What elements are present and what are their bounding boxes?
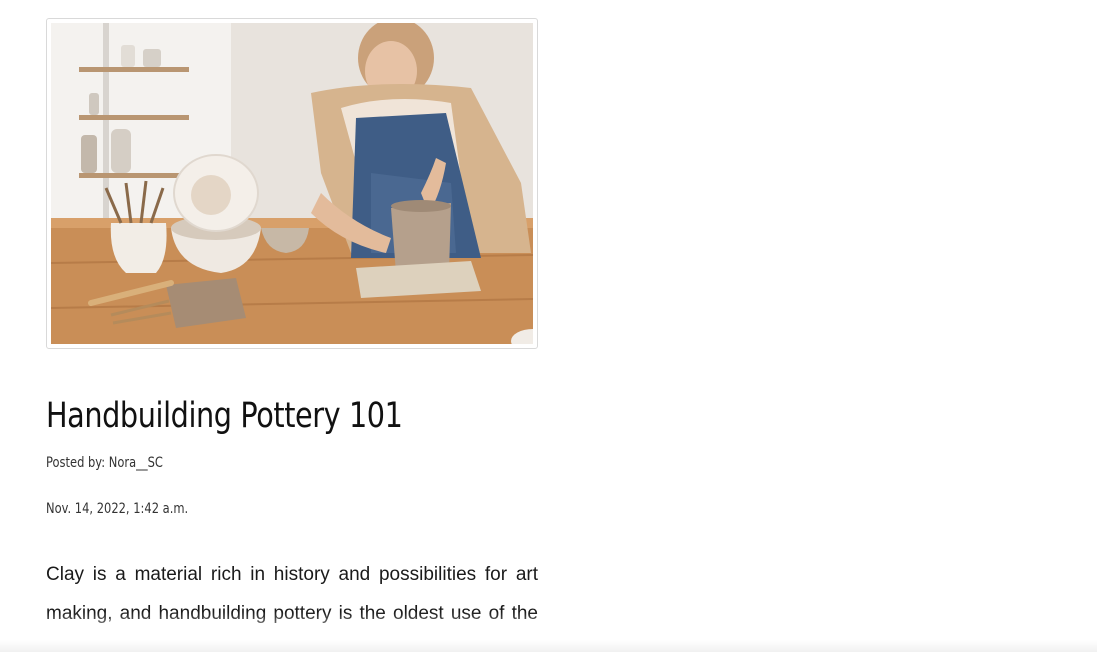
post-author[interactable]: Nora__SC (109, 455, 163, 471)
post-body-line: Clay is a material rich in history and p… (46, 564, 538, 585)
post-body: Clay is a material rich in history and p… (46, 555, 538, 633)
post-date: Nov. 14, 2022, 1:42 a.m. (46, 501, 189, 517)
posted-by-label: Posted by: (46, 455, 106, 471)
post-author-line: Posted by: Nora__SC (46, 453, 449, 473)
post-title: Handbuilding Pottery 101 (46, 396, 403, 436)
post-body-line: making, and handbuilding pottery is the … (46, 603, 538, 624)
post-image-frame (46, 18, 538, 349)
blog-post: Handbuilding Pottery 101 Posted by: Nora… (46, 18, 538, 633)
post-image (51, 23, 533, 344)
